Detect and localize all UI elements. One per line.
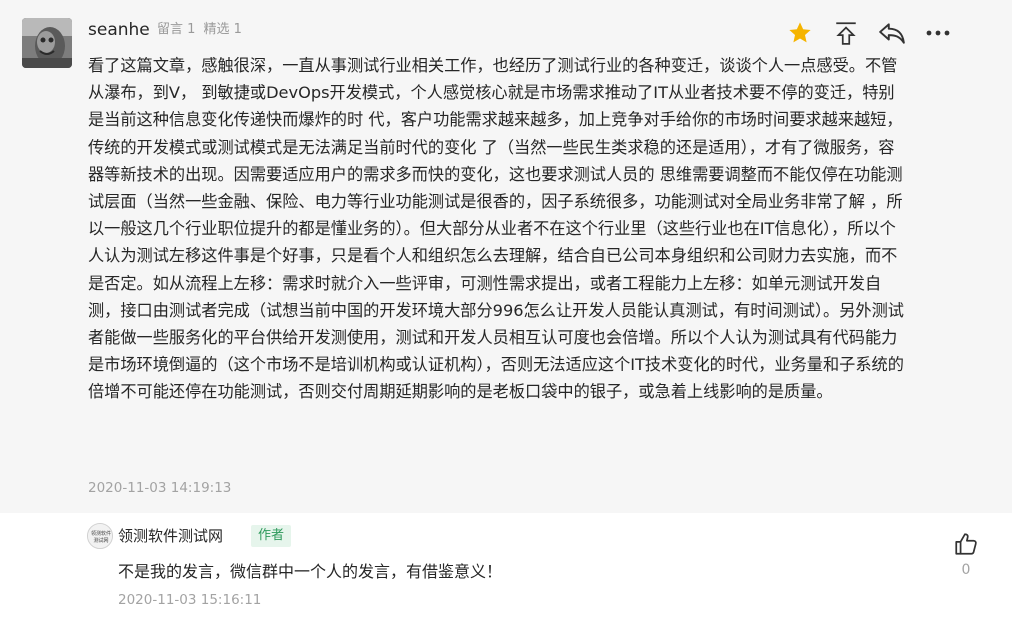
avatar[interactable] [22, 18, 72, 68]
reply-avatar-image: 领测软件 测试网 [88, 524, 112, 548]
comment-actions [784, 18, 954, 48]
star-icon [789, 22, 811, 43]
reply-avatar[interactable]: 领测软件 测试网 [87, 523, 113, 549]
more-icon [926, 30, 950, 36]
comment-time: 2020-11-03 14:19:13 [88, 480, 232, 496]
reply-author-name[interactable]: 领测软件测试网 [118, 525, 223, 547]
star-button[interactable] [784, 18, 816, 48]
featured-count: 精选 1 [203, 22, 242, 37]
author-badge: 作者 [251, 525, 292, 547]
avatar-image [22, 18, 72, 68]
avatar-label-2: 测试网 [93, 537, 108, 544]
comment-body: 看了这篇文章，感触很深，一直从事测试行业相关工作，也经历了测试行业的各种变迁，谈… [88, 56, 904, 402]
pin-top-icon [836, 22, 856, 45]
author-reply: 领测软件 测试网 领测软件测试网 作者 不是我的发言，微信群中一个人的发言，有借… [0, 513, 1012, 643]
reply-count: 留言 1 [157, 22, 196, 37]
like-count: 0 [961, 562, 971, 578]
like-button[interactable] [950, 529, 982, 559]
username[interactable]: seanhe [88, 18, 150, 42]
avatar-label-1: 领测软件 [91, 530, 111, 537]
reply-button[interactable] [876, 18, 908, 48]
thumbs-up-icon [955, 533, 977, 555]
comment-card: seanhe 留言 1 精选 1 看了这篇文章，感触很深，一直从事测试行业相关工… [0, 0, 1012, 513]
reply-time: 2020-11-03 15:16:11 [118, 592, 262, 608]
pin-top-button[interactable] [830, 18, 862, 48]
more-button[interactable] [922, 18, 954, 48]
reply-text: 不是我的发言，微信群中一个人的发言，有借鉴意义！ [118, 562, 503, 581]
comment-meta: 留言 1 精选 1 [157, 21, 246, 39]
reply-icon [879, 23, 905, 44]
